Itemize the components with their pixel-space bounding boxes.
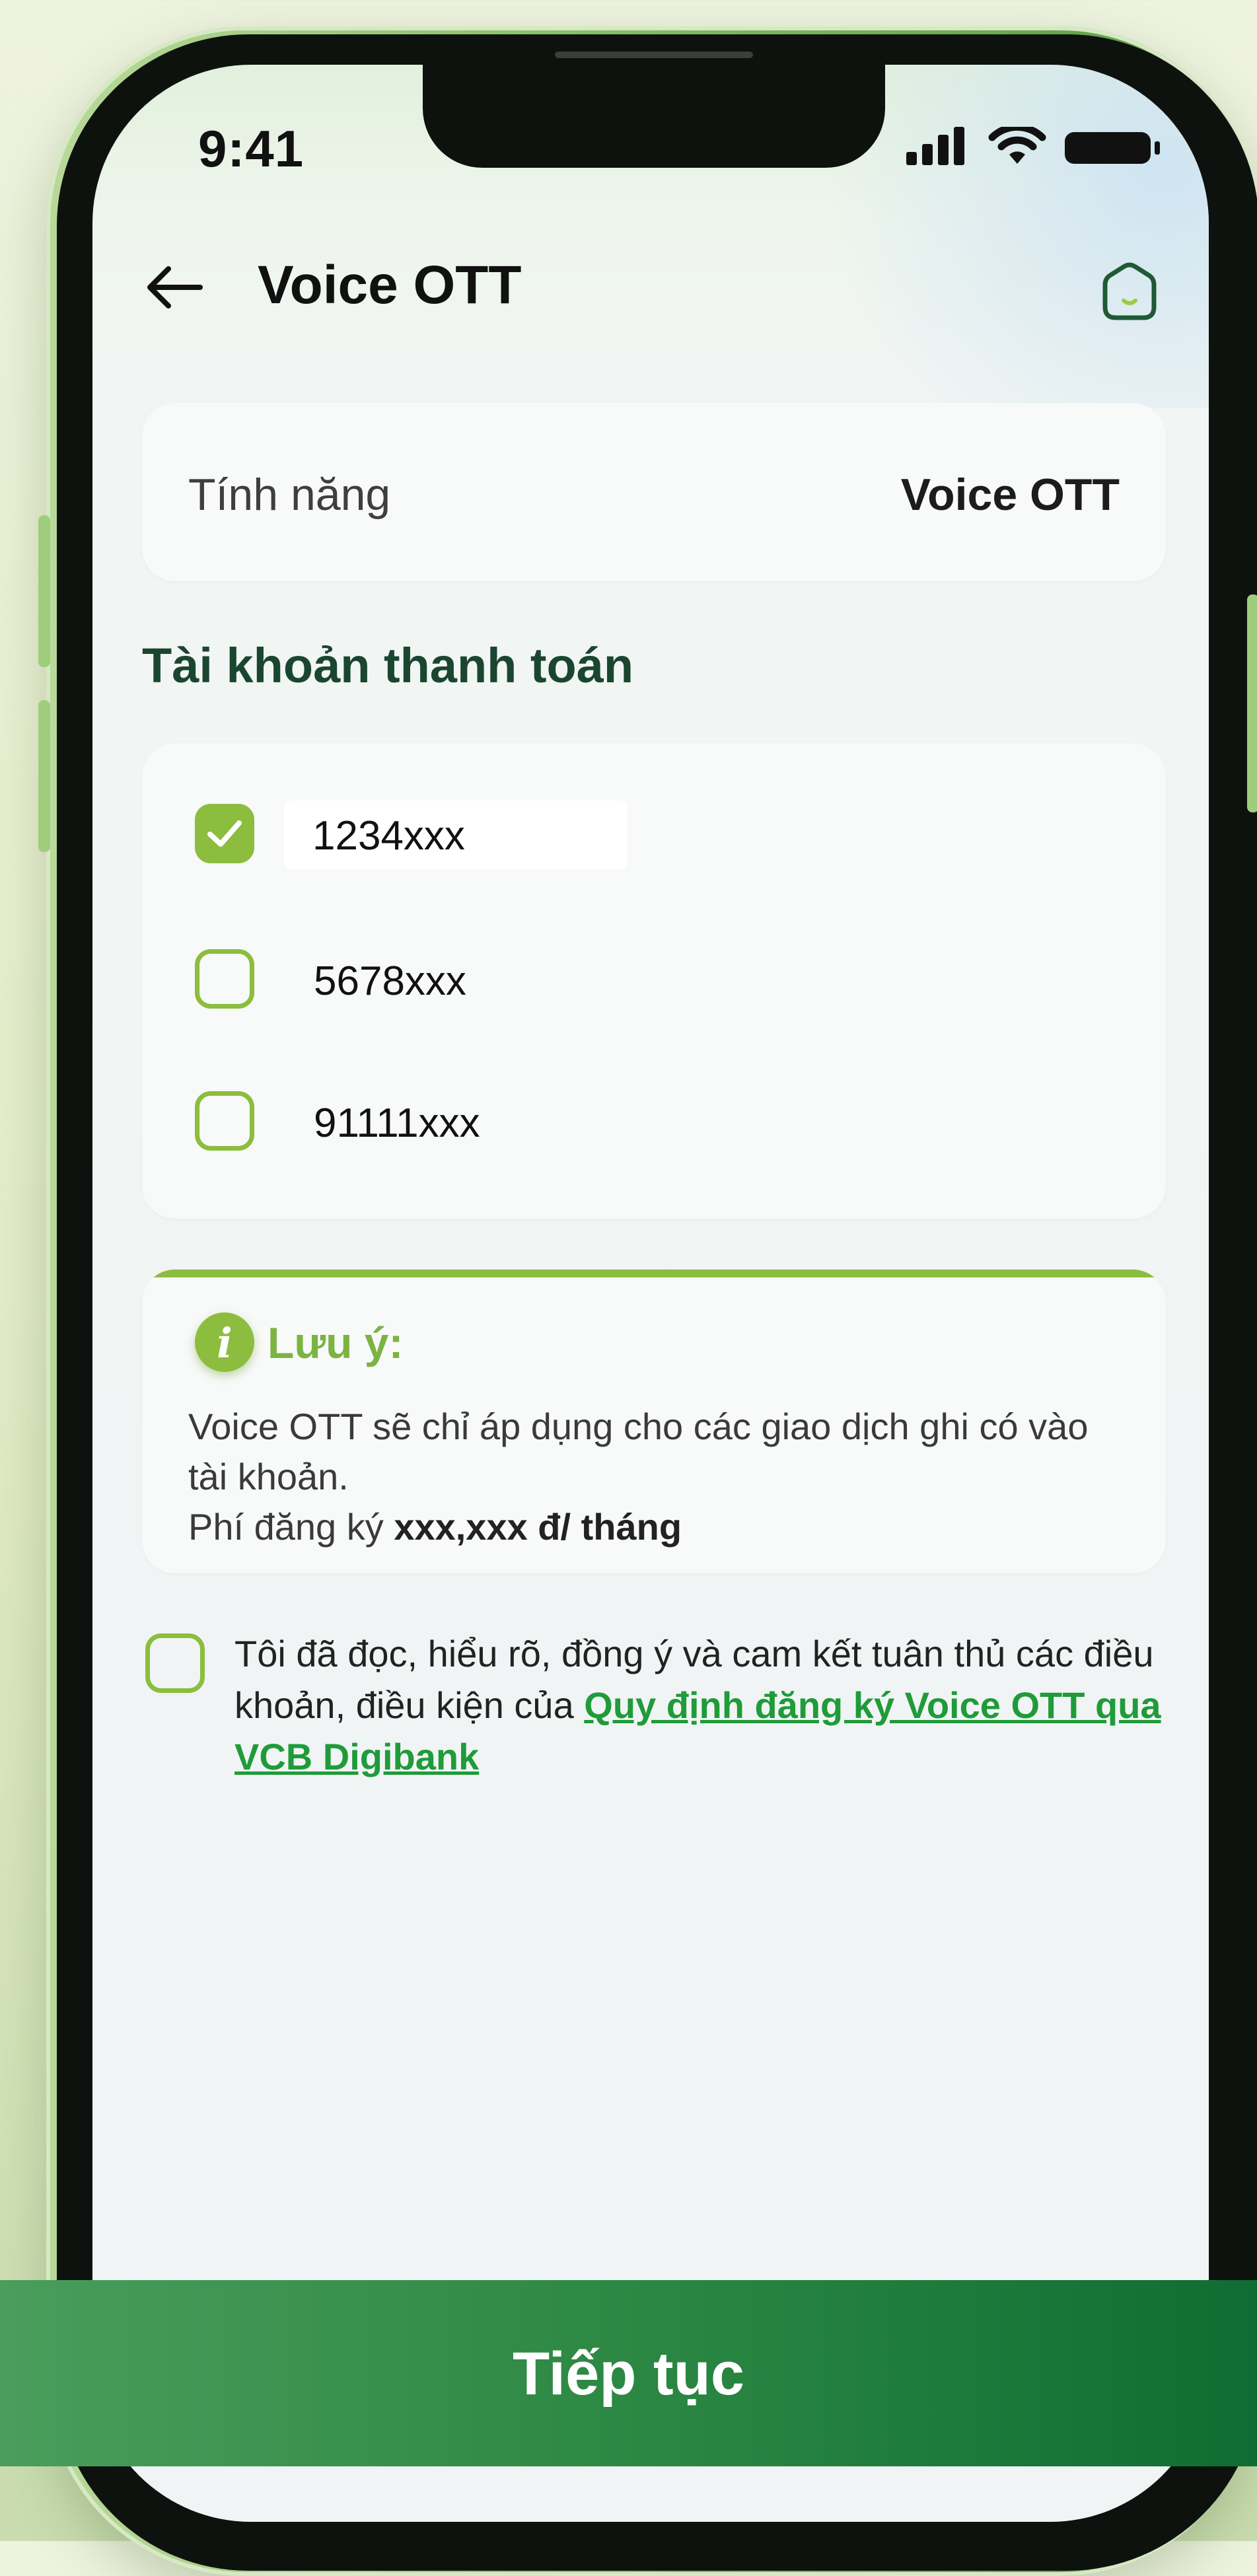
side-button — [38, 700, 50, 852]
speaker — [555, 52, 753, 58]
account-checkbox[interactable] — [195, 949, 254, 1009]
wifi-icon — [988, 127, 1046, 164]
check-icon — [207, 820, 242, 847]
account-number: 1234xxx — [312, 813, 465, 859]
section-title-accounts: Tài khoản thanh toán — [142, 638, 634, 693]
page-title: Voice OTT — [258, 255, 522, 315]
account-option[interactable]: 1234xxx — [142, 786, 1166, 885]
home-icon[interactable] — [1093, 254, 1166, 327]
continue-button-label: Tiếp tục — [512, 2340, 745, 2408]
info-icon: i — [195, 1312, 254, 1372]
notch — [423, 65, 885, 168]
note-line: Voice OTT sẽ chỉ áp dụng cho các giao dị… — [188, 1406, 1089, 1497]
accounts-card: 1234xxx 5678xxx 91111xxx — [142, 743, 1166, 1219]
status-icons — [906, 125, 1160, 165]
note-body: Voice OTT sẽ chỉ áp dụng cho các giao dị… — [188, 1402, 1126, 1552]
feature-value: Voice OTT — [900, 470, 1120, 520]
side-button — [38, 515, 50, 667]
fee-value: xxx,xxx đ/ tháng — [394, 1506, 682, 1548]
note-card: i Lưu ý: Voice OTT sẽ chỉ áp dụng cho cá… — [142, 1270, 1166, 1573]
account-number: 91111xxx — [314, 1100, 480, 1146]
feature-card: Tính năng Voice OTT — [142, 403, 1166, 581]
feature-label: Tính năng — [188, 470, 391, 520]
account-number: 5678xxx — [314, 958, 466, 1004]
continue-button[interactable]: Tiếp tục — [0, 2280, 1257, 2466]
account-checkbox[interactable] — [195, 1091, 254, 1151]
account-option[interactable]: 5678xxx — [142, 931, 1166, 1030]
terms-agreement: Tôi đã đọc, hiểu rõ, đồng ý và cam kết t… — [142, 1628, 1172, 1800]
side-button — [1247, 594, 1257, 812]
back-arrow-icon[interactable] — [142, 254, 208, 320]
terms-text: Tôi đã đọc, hiểu rõ, đồng ý và cam kết t… — [234, 1628, 1166, 1783]
terms-checkbox[interactable] — [145, 1633, 205, 1693]
fee-prefix: Phí đăng ký — [188, 1506, 394, 1548]
signal-icon — [906, 125, 972, 165]
status-time: 9:41 — [198, 120, 305, 178]
account-option[interactable]: 91111xxx — [142, 1073, 1166, 1172]
note-title: Lưu ý: — [268, 1318, 404, 1367]
account-checkbox-checked[interactable] — [195, 804, 254, 863]
